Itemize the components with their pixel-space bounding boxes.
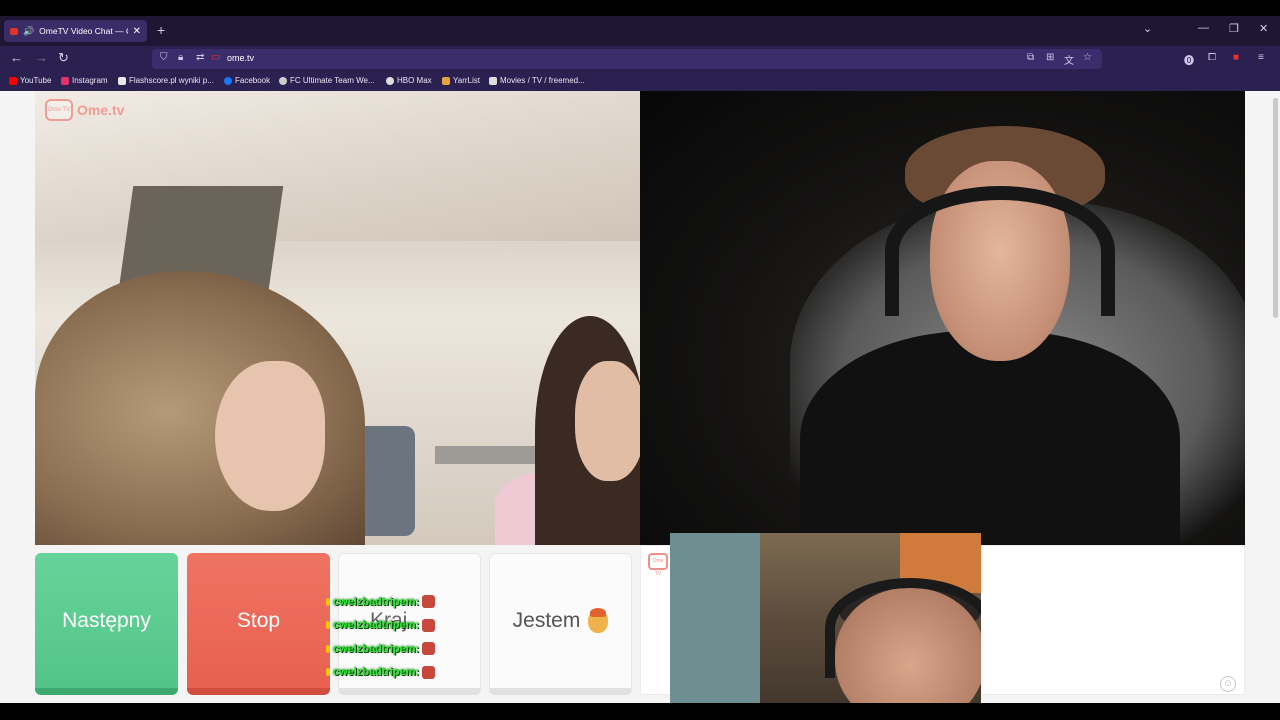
yarrlist-icon bbox=[442, 76, 450, 85]
ometv-tv-icon: Ome TV bbox=[45, 99, 73, 121]
forward-icon[interactable]: → bbox=[35, 50, 48, 65]
instagram-icon bbox=[61, 76, 69, 85]
shield-icon[interactable]: ⛉ bbox=[160, 52, 168, 63]
stream-chat-line: cwelzbadtripem: bbox=[326, 637, 466, 661]
url-text[interactable]: ome.tv bbox=[227, 53, 254, 63]
bookmark-star-icon[interactable]: ☆ bbox=[1083, 52, 1092, 63]
hbomax-icon bbox=[386, 76, 394, 85]
chat-badge-icon bbox=[326, 644, 330, 653]
stream-chat-line: cwelzbadtripem: bbox=[326, 661, 466, 685]
partner-video bbox=[35, 91, 640, 545]
scrollbar-thumb[interactable] bbox=[1273, 98, 1278, 318]
bookmark-hbo-max[interactable]: HBO Max bbox=[386, 76, 432, 85]
restore-icon[interactable]: ❐ bbox=[1229, 22, 1239, 35]
extension-badge-icon[interactable]: ⓿ bbox=[1184, 52, 1194, 67]
youtube-icon bbox=[9, 76, 17, 85]
ometv-logo: Ome TV Ome.tv bbox=[45, 99, 124, 121]
tab-title: OmeTV Video Chat — Ome bbox=[39, 26, 127, 36]
bookmark-facebook[interactable]: Facebook bbox=[224, 76, 270, 85]
ometv-favicon-icon bbox=[10, 27, 18, 35]
new-tab-icon[interactable]: + bbox=[157, 22, 165, 38]
globe-icon bbox=[279, 76, 287, 85]
menu-icon[interactable]: ≡ bbox=[1258, 52, 1264, 63]
facebook-icon bbox=[224, 76, 232, 85]
chat-emote-icon bbox=[422, 642, 436, 656]
tab-strip bbox=[0, 16, 1280, 46]
chat-ometv-icon: Ome TV bbox=[648, 553, 668, 577]
tab-list-chevron-icon[interactable]: ⌄ bbox=[1143, 22, 1152, 35]
browser-tab-active[interactable]: 🔊 OmeTV Video Chat — Ome ✕ bbox=[4, 20, 147, 42]
screenshot-icon[interactable]: ⊞ bbox=[1046, 52, 1054, 63]
bottom-letterbox bbox=[0, 703, 1280, 720]
stream-chat-line: cwelzbadtripem: bbox=[326, 590, 466, 614]
emoji-picker-icon[interactable]: ☺ bbox=[1220, 676, 1236, 692]
window-close-icon[interactable]: ✕ bbox=[1259, 22, 1268, 35]
reload-icon[interactable]: ↻ bbox=[58, 50, 69, 66]
bookmark-flashscore[interactable]: Flashscore.pl wyniki p... bbox=[118, 76, 214, 85]
boy-emoji-icon bbox=[588, 608, 609, 633]
next-button[interactable]: Następny bbox=[35, 553, 178, 695]
play-icon bbox=[489, 76, 497, 85]
site-camera-icon[interactable]: ▭ bbox=[211, 52, 220, 63]
bookmark-youtube[interactable]: YouTube bbox=[9, 76, 51, 85]
stream-chat-line: cwelzbadtripem: bbox=[326, 614, 466, 638]
chat-badge-icon bbox=[326, 621, 330, 630]
stop-button[interactable]: Stop bbox=[187, 553, 330, 695]
chat-badge-icon bbox=[326, 668, 330, 677]
bookmark-instagram[interactable]: Instagram bbox=[61, 76, 108, 85]
address-bar[interactable] bbox=[152, 49, 1102, 69]
speaker-icon[interactable]: 🔊 bbox=[23, 26, 34, 37]
top-letterbox bbox=[0, 0, 1280, 16]
stream-chat-overlay: cwelzbadtripem: cwelzbadtripem: cwelzbad… bbox=[326, 590, 466, 684]
gender-label: Jestem bbox=[512, 609, 581, 632]
permissions-icon[interactable]: ⇄ bbox=[196, 52, 204, 63]
profile-extension-icon[interactable]: ■ bbox=[1233, 52, 1239, 63]
minimize-icon[interactable]: — bbox=[1198, 22, 1209, 34]
bookmark-fc-ultimate-team[interactable]: FC Ultimate Team We... bbox=[279, 76, 375, 85]
picture-in-picture-icon[interactable]: ⧉ bbox=[1027, 52, 1034, 63]
streamer-webcam-overlay bbox=[670, 533, 981, 720]
close-tab-icon[interactable]: ✕ bbox=[133, 26, 141, 37]
lock-icon[interactable]: 🔒︎ bbox=[178, 52, 183, 63]
self-video bbox=[640, 91, 1245, 545]
gender-select-button[interactable]: Jestem bbox=[489, 553, 632, 695]
chat-emote-icon bbox=[422, 595, 436, 609]
chat-username: cwelzbadtripem: bbox=[333, 642, 420, 655]
bookmark-yarrlist[interactable]: YarrList bbox=[442, 76, 480, 85]
bookmark-movies-tv[interactable]: Movies / TV / freemed... bbox=[489, 76, 585, 85]
chat-username: cwelzbadtripem: bbox=[333, 619, 420, 632]
chat-badge-icon bbox=[326, 597, 330, 606]
chat-username: cwelzbadtripem: bbox=[333, 666, 420, 679]
logo-text: Ome.tv bbox=[77, 102, 125, 118]
translate-icon[interactable]: 文 bbox=[1064, 52, 1074, 67]
chat-username: cwelzbadtripem: bbox=[333, 595, 420, 608]
back-icon[interactable]: ← bbox=[10, 50, 23, 65]
chat-emote-icon bbox=[422, 618, 436, 632]
extensions-icon[interactable]: ⧠ bbox=[1208, 52, 1216, 63]
flashscore-icon bbox=[118, 76, 126, 85]
chat-emote-icon bbox=[422, 665, 436, 679]
